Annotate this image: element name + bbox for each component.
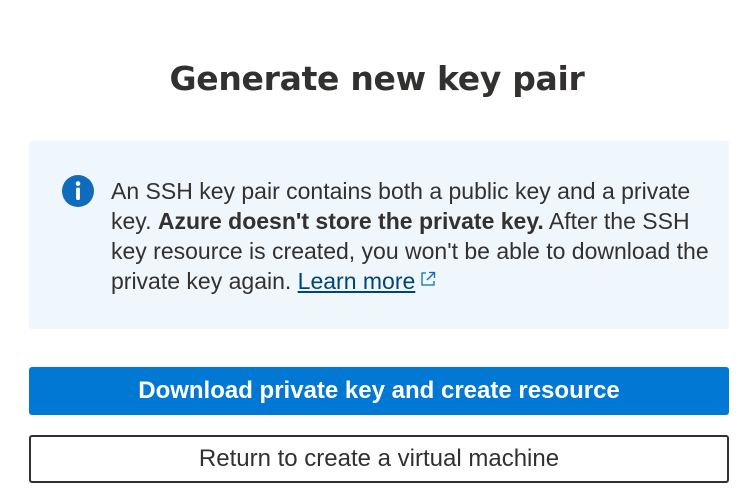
info-icon [62,175,94,207]
download-private-key-button[interactable]: Download private key and create resource [29,367,729,415]
info-text-bold: Azure doesn't store the private key. [157,208,544,234]
return-to-vm-button[interactable]: Return to create a virtual machine [29,435,729,483]
info-message-bar: An SSH key pair contains both a public k… [29,141,729,329]
generate-key-pair-dialog: Generate new key pair An SSH key pair co… [0,0,754,499]
info-message-text: An SSH key pair contains both a public k… [111,176,711,296]
learn-more-link[interactable]: Learn more [298,268,416,294]
external-link-icon[interactable] [419,270,437,288]
dialog-title: Generate new key pair [169,59,585,98]
